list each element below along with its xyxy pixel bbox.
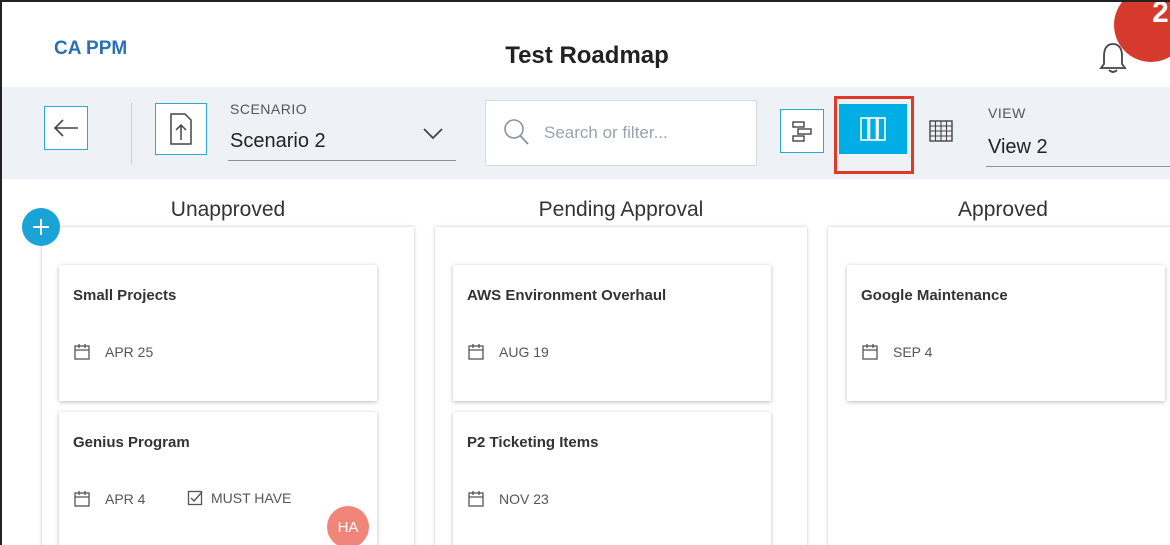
grid-icon xyxy=(929,120,953,142)
card-name: Small Projects xyxy=(73,287,177,304)
add-item-button[interactable] xyxy=(22,208,60,246)
card-genius-program[interactable]: Genius Program APR 4 MUST HAVE HA xyxy=(59,412,377,545)
card-name: Google Maintenance xyxy=(861,287,1008,304)
card-aws-environment-overhaul[interactable]: AWS Environment Overhaul AUG 19 xyxy=(453,265,771,401)
app-frame: CA PPM Test Roadmap 2 SCENARIO Scenario … xyxy=(0,0,1170,545)
search-input[interactable]: Search or filter... xyxy=(485,100,757,166)
scenario-select[interactable]: Scenario 2 xyxy=(230,130,326,153)
calendar-icon xyxy=(74,344,90,360)
export-button[interactable] xyxy=(155,103,207,155)
calendar-icon xyxy=(468,344,484,360)
view-label: VIEW xyxy=(988,105,1026,121)
card-date: AUG 19 xyxy=(467,343,549,361)
view-select[interactable]: View 2 xyxy=(988,136,1048,159)
toolbar-divider xyxy=(131,103,132,165)
back-button[interactable] xyxy=(44,106,88,150)
calendar-icon xyxy=(862,344,878,360)
scenario-label: SCENARIO xyxy=(230,101,308,117)
card-google-maintenance[interactable]: Google Maintenance SEP 4 xyxy=(847,265,1165,401)
column-title-approved: Approved xyxy=(958,198,1048,221)
card-small-projects[interactable]: Small Projects APR 25 xyxy=(59,265,377,401)
back-arrow-icon xyxy=(53,119,78,137)
export-icon xyxy=(170,113,192,145)
plus-icon xyxy=(33,219,49,235)
card-p2-ticketing-items[interactable]: P2 Ticketing Items NOV 23 xyxy=(453,412,771,545)
column-title-pending: Pending Approval xyxy=(538,198,704,221)
calendar-icon xyxy=(74,491,90,507)
card-name: AWS Environment Overhaul xyxy=(467,287,667,304)
active-view-highlight xyxy=(834,96,914,174)
header: CA PPM Test Roadmap 2 xyxy=(2,2,1170,87)
grid-view-button[interactable] xyxy=(919,109,963,153)
card-date: NOV 23 xyxy=(467,490,549,508)
view-underline xyxy=(986,166,1170,167)
checkbox-icon xyxy=(187,490,203,506)
page-title: Test Roadmap xyxy=(505,42,669,69)
card-tag: MUST HAVE xyxy=(187,490,291,506)
timeline-view-button[interactable] xyxy=(780,109,824,153)
timeline-icon xyxy=(792,121,812,142)
card-date: APR 4 xyxy=(73,490,145,508)
chevron-down-icon[interactable] xyxy=(422,126,444,140)
scenario-underline xyxy=(228,160,456,161)
column-title-unapproved: Unapproved xyxy=(170,198,286,221)
search-placeholder: Search or filter... xyxy=(544,123,668,142)
card-name: Genius Program xyxy=(73,434,190,451)
card-date: APR 25 xyxy=(73,343,153,361)
avatar[interactable]: HA xyxy=(327,506,369,545)
card-name: P2 Ticketing Items xyxy=(467,434,599,451)
calendar-icon xyxy=(468,491,484,507)
card-date: SEP 4 xyxy=(861,343,932,361)
search-icon xyxy=(504,119,529,145)
